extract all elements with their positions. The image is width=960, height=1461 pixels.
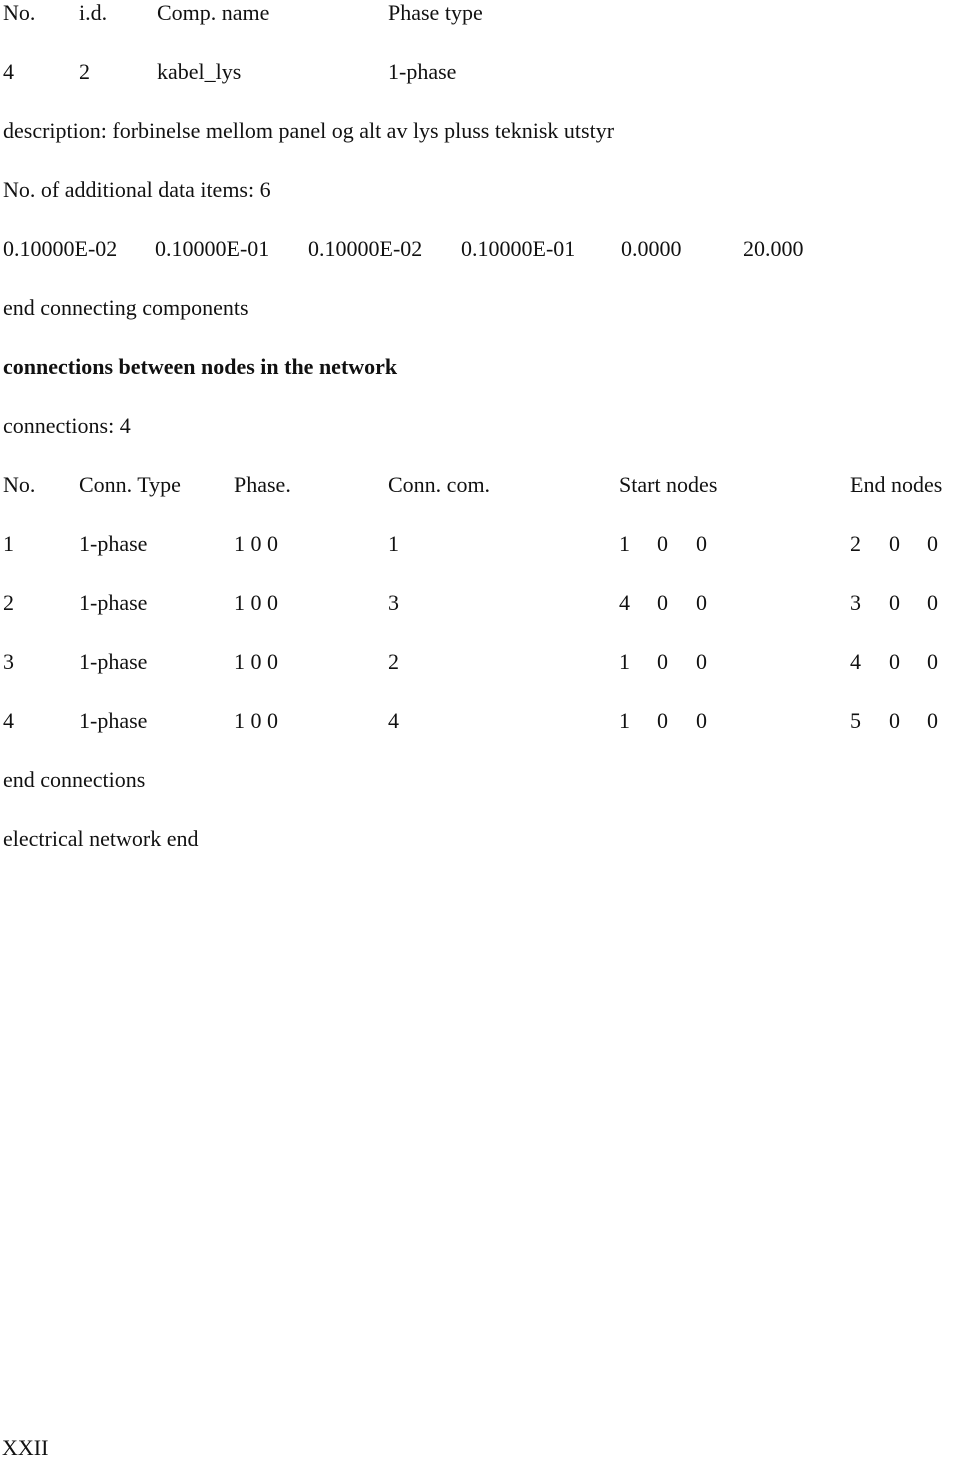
row-end-node: 0: [927, 708, 938, 733]
row-start-node: 1: [619, 531, 630, 556]
data-value: 0.10000E-02: [3, 236, 118, 261]
network-end-label: electrical network end: [3, 826, 199, 851]
header-end-nodes: End nodes: [850, 472, 943, 497]
page-number: XXII: [2, 1435, 49, 1460]
row-conn-type: 1-phase: [79, 649, 148, 674]
connections-count: connections: 4: [3, 413, 131, 438]
header-conn-type: Conn. Type: [79, 472, 181, 497]
row-end-node: 3: [850, 590, 861, 615]
component-description: description: forbinelse mellom panel og …: [3, 118, 615, 143]
row-phase: 1 0 0: [234, 531, 278, 556]
row-end-node: 0: [889, 531, 900, 556]
component-no: 4: [3, 59, 14, 84]
additional-items-count: No. of additional data items: 6: [3, 177, 271, 202]
row-conn-com: 4: [388, 708, 399, 733]
header-id: i.d.: [79, 0, 108, 25]
row-end-node: 4: [850, 649, 861, 674]
row-end-node: 0: [889, 590, 900, 615]
header-phase: Phase.: [234, 472, 291, 497]
row-no: 2: [3, 590, 14, 615]
row-start-node: 0: [657, 708, 668, 733]
row-end-node: 0: [927, 590, 938, 615]
data-value: 0.10000E-01: [155, 236, 270, 261]
component-phase-type: 1-phase: [388, 59, 457, 84]
row-conn-type: 1-phase: [79, 531, 148, 556]
row-end-node: 0: [927, 649, 938, 674]
data-value: 0.10000E-01: [461, 236, 576, 261]
header-no: No.: [3, 0, 36, 25]
row-end-node: 5: [850, 708, 861, 733]
row-phase: 1 0 0: [234, 708, 278, 733]
row-start-node: 0: [696, 708, 707, 733]
row-phase: 1 0 0: [234, 649, 278, 674]
header-start-nodes: Start nodes: [619, 472, 718, 497]
header-comp-name: Comp. name: [157, 0, 270, 25]
row-no: 1: [3, 531, 14, 556]
row-start-node: 1: [619, 708, 630, 733]
row-conn-com: 1: [388, 531, 399, 556]
header-conn-com: Conn. com.: [388, 472, 491, 497]
data-value: 0.10000E-02: [308, 236, 423, 261]
header-phase-type: Phase type: [388, 0, 483, 25]
row-no: 3: [3, 649, 14, 674]
data-value: 20.000: [743, 236, 804, 261]
row-phase: 1 0 0: [234, 590, 278, 615]
header-no: No.: [3, 472, 36, 497]
row-start-node: 0: [657, 649, 668, 674]
end-components-label: end connecting components: [3, 295, 249, 320]
row-start-node: 0: [696, 649, 707, 674]
row-start-node: 0: [696, 590, 707, 615]
row-end-node: 0: [889, 708, 900, 733]
row-conn-com: 2: [388, 649, 399, 674]
row-no: 4: [3, 708, 14, 733]
row-start-node: 4: [619, 590, 630, 615]
row-end-node: 2: [850, 531, 861, 556]
row-conn-com: 3: [388, 590, 399, 615]
row-start-node: 1: [619, 649, 630, 674]
data-value: 0.0000: [621, 236, 682, 261]
row-start-node: 0: [657, 590, 668, 615]
row-conn-type: 1-phase: [79, 590, 148, 615]
row-start-node: 0: [696, 531, 707, 556]
end-connections-label: end connections: [3, 767, 146, 792]
row-start-node: 0: [657, 531, 668, 556]
section-title: connections between nodes in the network: [3, 354, 398, 379]
row-conn-type: 1-phase: [79, 708, 148, 733]
row-end-node: 0: [889, 649, 900, 674]
component-name: kabel_lys: [157, 59, 242, 84]
row-end-node: 0: [927, 531, 938, 556]
component-id: 2: [79, 59, 90, 84]
